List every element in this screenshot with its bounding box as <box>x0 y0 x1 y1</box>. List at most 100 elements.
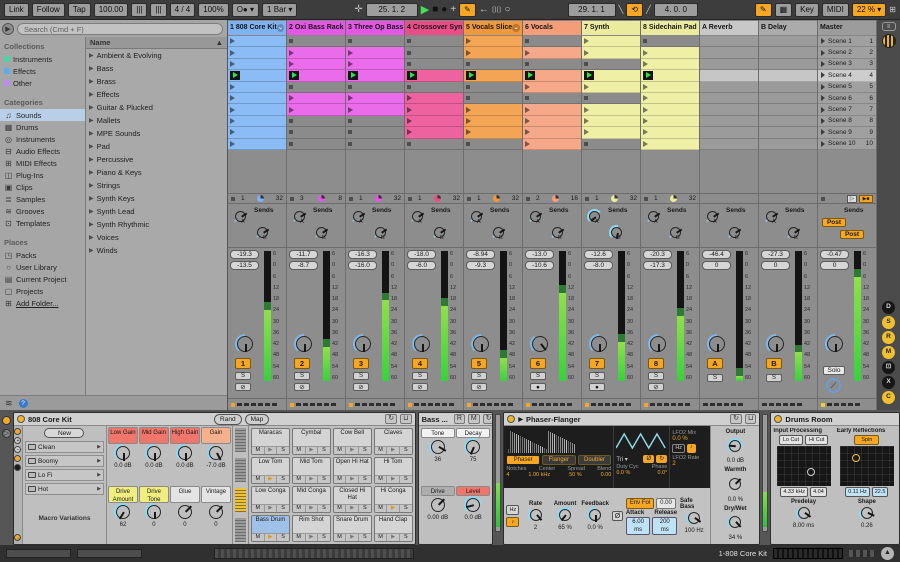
clip-play-icon[interactable] <box>407 106 412 113</box>
macro-knob-mid-gain[interactable]: Mid Gain 0.0 dB <box>138 427 169 485</box>
peak-level-field[interactable]: -19.3 <box>230 250 259 259</box>
clip-play-icon[interactable] <box>584 117 589 124</box>
sidebar-item-instruments[interactable]: ◎ Instruments <box>0 133 85 145</box>
clip-play-icon[interactable] <box>525 106 530 113</box>
lfo2-rate-value[interactable]: 2 <box>672 461 708 467</box>
solo-button[interactable]: S <box>353 372 369 380</box>
clip-playing-icon[interactable] <box>643 70 653 80</box>
pad-solo-button[interactable]: S <box>359 447 371 454</box>
device-on-icon[interactable] <box>16 415 25 423</box>
clip-slot[interactable] <box>464 115 522 128</box>
clip-play-icon[interactable] <box>525 140 530 147</box>
clip-slot[interactable] <box>641 47 699 59</box>
arm-button[interactable]: ⊘ <box>353 383 369 391</box>
clip-playing-icon[interactable] <box>466 70 476 80</box>
spin-xy-pad[interactable] <box>839 446 894 486</box>
follow-button[interactable]: Follow <box>31 2 65 17</box>
arm-button[interactable]: ⊘ <box>235 383 251 391</box>
arm-button[interactable]: ● <box>530 383 546 391</box>
clip-stop-icon[interactable] <box>466 96 470 101</box>
punch-out-icon[interactable]: ╱ <box>646 3 651 17</box>
track-header[interactable]: 1 808 Core Kit ⌄ <box>228 21 286 35</box>
recall-play-icon[interactable]: ▶ <box>97 458 101 464</box>
clip-play-icon[interactable] <box>584 106 589 113</box>
peak-level-field[interactable]: -18.0 <box>407 250 436 259</box>
track-activator[interactable]: 7 <box>589 358 605 369</box>
pad-mute-button[interactable]: M <box>374 447 388 454</box>
macro-variation-row[interactable]: Clean ▶ <box>24 441 104 453</box>
pad-mute-button[interactable]: M <box>333 505 347 512</box>
rand-button[interactable]: Rand <box>214 413 242 425</box>
solo-button[interactable]: S <box>766 374 782 382</box>
track-header[interactable]: 8 Sidechain Pad <box>641 21 699 35</box>
clip-slot-empty[interactable] <box>582 138 640 150</box>
clip-play-icon[interactable] <box>466 49 471 56</box>
new-variation-button[interactable]: New <box>44 428 85 438</box>
release-field[interactable]: 200 ms <box>652 516 678 535</box>
track-activator[interactable]: 3 <box>353 358 369 369</box>
browser-list-item[interactable]: ▶ Voices <box>86 231 227 244</box>
pad-solo-button[interactable]: S <box>277 534 289 541</box>
drum-pad-maracas[interactable]: Maracas M ▶ S <box>250 428 290 455</box>
clip-slot[interactable] <box>405 115 463 128</box>
device-on-icon[interactable] <box>507 415 516 423</box>
clip-slot[interactable] <box>228 58 286 71</box>
mode-tab-phaser[interactable]: Phaser <box>506 455 540 465</box>
pad-mute-button[interactable]: M <box>374 534 388 541</box>
back-to-arrangement-button[interactable]: ▶■ <box>859 194 873 203</box>
clip-stop-icon[interactable] <box>584 96 588 101</box>
clip-slot-playing[interactable] <box>405 70 463 82</box>
pad-play-icon[interactable]: ▶ <box>346 534 360 541</box>
lock-icon[interactable]: ⊔ <box>400 414 412 424</box>
arm-button[interactable]: ⊘ <box>294 383 310 391</box>
return-slot[interactable] <box>759 70 817 82</box>
attack-field[interactable]: 6.00 ms <box>625 516 651 535</box>
clip-play-icon[interactable] <box>230 95 235 102</box>
expand-triangle-icon[interactable]: ▶ <box>89 52 94 59</box>
duty-cycle-value[interactable]: 0.0 % <box>616 470 630 476</box>
peak-level-field[interactable]: -16.3 <box>348 250 377 259</box>
volume-field[interactable]: 0 <box>702 261 731 270</box>
scene-play-icon[interactable] <box>821 38 825 45</box>
return-activator[interactable]: A <box>707 358 723 369</box>
rack-devices-icon[interactable] <box>14 464 22 471</box>
clip-play-icon[interactable] <box>643 129 648 136</box>
scene-play-icon[interactable] <box>821 83 825 90</box>
clip-slot-empty[interactable] <box>582 58 640 71</box>
arm-button[interactable]: ⊘ <box>648 383 664 391</box>
clip-slot[interactable] <box>228 104 286 116</box>
clip-slot-empty[interactable] <box>405 36 463 48</box>
place-item-user-library[interactable]: ○ User Library <box>0 261 85 273</box>
loop-button[interactable]: ⟲ <box>626 2 644 17</box>
pan-knob[interactable] <box>235 334 255 356</box>
io-overview-icon[interactable] <box>881 34 896 48</box>
follow-arrow-icon[interactable]: ✛ <box>354 3 362 17</box>
browser-list-item[interactable]: ▶ MPE Sounds <box>86 127 227 140</box>
clip-playing-icon[interactable] <box>348 70 358 80</box>
clip-slot-playing[interactable] <box>523 70 581 82</box>
expand-triangle-icon[interactable]: ▶ <box>89 182 94 189</box>
mixer-section-toggle-d[interactable]: D <box>882 301 895 314</box>
output-knob[interactable] <box>727 437 744 456</box>
pad-solo-button[interactable]: S <box>359 476 371 483</box>
clip-slot-empty[interactable] <box>346 36 404 48</box>
macro-variation-row[interactable]: Hot ▶ <box>24 483 104 495</box>
solo-button[interactable]: S <box>589 372 605 380</box>
expand-triangle-icon[interactable]: ▶ <box>89 169 94 176</box>
browser-list-item[interactable]: ▶ Pad <box>86 140 227 153</box>
scene-play-icon[interactable] <box>821 140 825 147</box>
clip-play-icon[interactable] <box>230 117 235 124</box>
safe-bass-knob[interactable]: Safe Bass 100 Hz <box>680 498 708 534</box>
volume-field[interactable]: 0 <box>820 261 849 270</box>
browser-list-item[interactable]: ▶ Strings <box>86 179 227 192</box>
map-icon[interactable]: M <box>467 414 480 424</box>
place-item-current-project[interactable]: ▤ Current Project <box>0 273 85 285</box>
tempo-field[interactable]: 100.00 <box>93 2 129 17</box>
arrangement-position-field[interactable]: 25. 1. 2 <box>365 2 418 17</box>
cpu-meter[interactable]: 22 % ▾ <box>851 2 887 17</box>
clip-slot[interactable] <box>228 47 286 59</box>
clip-slot[interactable] <box>641 138 699 150</box>
clip-slot-empty[interactable] <box>464 58 522 71</box>
clip-slot-playing[interactable] <box>346 70 404 82</box>
pad-solo-button[interactable]: S <box>399 534 412 541</box>
